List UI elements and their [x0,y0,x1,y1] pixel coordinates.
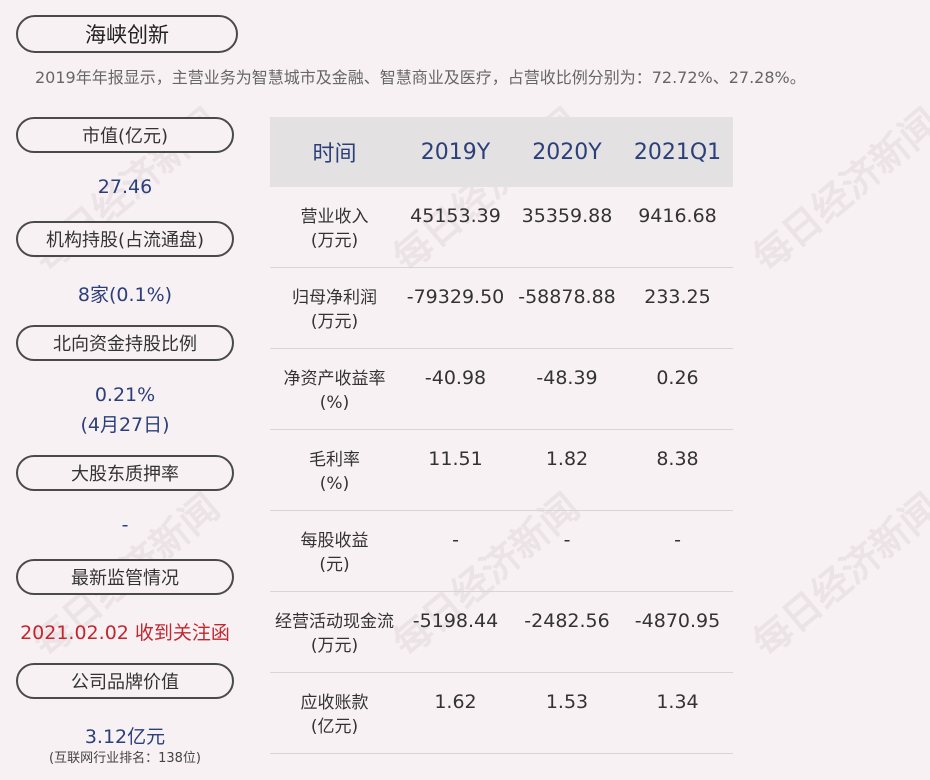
cell-value: -79329.50 [406,286,505,308]
row-label: 净资产收益率 [283,369,386,389]
watermark: 每日经济新闻 [744,100,930,281]
row-unit: (亿元) [310,717,359,737]
brand-rank: (互联网行业排名：138位) [49,751,201,766]
row-label: 毛利率 [309,450,360,470]
institutions-label: 机构持股(占流通盘) [16,221,234,257]
row-label: 归母净利润 [292,288,377,308]
row-label: 应收账款 [300,693,369,713]
cell-value: 35359.88 [521,205,613,227]
cell-value: 1.62 [434,691,477,713]
header-time: 时间 [312,142,357,167]
header-2019y: 2019Y [420,139,491,165]
row-unit: (元) [319,555,350,575]
cell-value: - [563,529,571,551]
company-name: 海峡创新 [16,15,238,53]
cell-value: 1.34 [656,691,699,713]
regulation-label: 最新监管情况 [16,559,234,595]
financial-table: 时间 2019Y 2020Y 2021Q1 营业收入 (万元) 45153.39 … [270,117,733,754]
brand-label: 公司品牌价值 [16,663,234,699]
cell-value: - [452,529,459,551]
cell-value: 11.51 [428,448,483,470]
business-summary: 2019年年报显示，主营业务为智慧城市及金融、智慧商业及医疗，占营收比例分别为：… [35,68,806,87]
northbound-label: 北向资金持股比例 [16,325,234,361]
cell-value: -5198.44 [412,610,499,632]
table-row: 归母净利润 (万元) -79329.50 -58878.88 233.25 [270,268,733,349]
cell-value: 9416.68 [638,205,717,227]
cell-value: 1.53 [545,691,589,713]
row-label: 经营活动现金流 [275,612,394,632]
header-2020y: 2020Y [532,139,602,165]
market-cap-label: 市值(亿元) [16,117,234,153]
cell-value: - [674,529,681,551]
cell-value: -2482.56 [524,610,610,632]
cell-value: 0.26 [656,367,699,389]
table-row: 净资产收益率 (%) -40.98 -48.39 0.26 [270,349,733,430]
row-unit: (%) [319,474,350,494]
cell-value: -40.98 [424,367,487,389]
cell-value: -58878.88 [518,286,616,308]
cell-value: 233.25 [644,286,711,308]
row-unit: (万元) [310,636,359,656]
table-row: 每股收益 (元) - - - [270,511,733,592]
row-unit: (万元) [310,312,359,332]
watermark: 每日经济新闻 [744,485,930,666]
institutions-value: 8家(0.1%) [77,284,173,306]
row-label: 营业收入 [300,207,369,227]
row-label: 每股收益 [300,531,369,551]
cell-value: 45153.39 [410,205,501,227]
table-header: 时间 2019Y 2020Y 2021Q1 [270,117,733,187]
cell-value: 1.82 [545,448,589,470]
table-row: 毛利率 (%) 11.51 1.82 8.38 [270,430,733,511]
table-row: 应收账款 (亿元) 1.62 1.53 1.34 [270,673,733,754]
pledge-label: 大股东质押率 [16,455,234,491]
cell-value: -48.39 [536,367,598,389]
pledge-value: - [121,514,129,536]
northbound-value: 0.21% [94,384,156,406]
regulation-value: 2021.02.02 收到关注函 [20,622,230,644]
brand-value: 3.12亿元 [84,726,166,748]
market-cap-value: 27.46 [97,176,153,198]
cell-value: 8.38 [656,448,699,470]
cell-value: -4870.95 [634,610,721,632]
table-row: 营业收入 (万元) 45153.39 35359.88 9416.68 [270,187,733,268]
table-row: 经营活动现金流 (万元) -5198.44 -2482.56 -4870.95 [270,592,733,673]
row-unit: (%) [319,393,350,413]
northbound-date: (4月27日) [80,414,170,436]
row-unit: (万元) [310,231,359,251]
header-2021q1: 2021Q1 [633,139,722,165]
